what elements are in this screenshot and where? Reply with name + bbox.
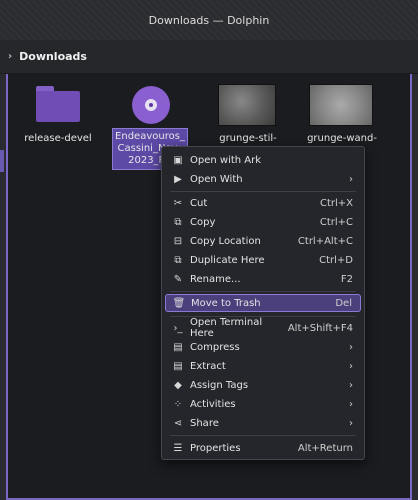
terminal-icon: ›_: [173, 322, 183, 334]
menu-item-rename[interactable]: ✎ Rename... F2: [165, 270, 361, 288]
open-with-icon: ▶: [174, 173, 182, 185]
breadcrumb-current[interactable]: Downloads: [19, 50, 87, 63]
menu-item-shortcut: Ctrl+Alt+C: [297, 235, 353, 247]
menu-item-label: Compress: [190, 341, 240, 353]
menu-item-open-with[interactable]: ▶ Open With ›: [165, 170, 361, 188]
image-thumbnail[interactable]: [218, 84, 276, 126]
window-title: Downloads — Dolphin: [148, 13, 270, 27]
menu-item-properties[interactable]: ☰ Properties Alt+Return: [165, 439, 361, 457]
menu-item-shortcut: Ctrl+X: [319, 197, 353, 209]
menu-item-copy[interactable]: ⧉ Copy Ctrl+C: [165, 213, 361, 231]
copy-icon: ⧉: [174, 216, 182, 228]
menu-item-shortcut: Ctrl+D: [319, 254, 353, 266]
menu-item-assign-tags[interactable]: ◆ Assign Tags ›: [165, 376, 361, 394]
menu-item-open-terminal-here[interactable]: ›_ Open Terminal Here Alt+Shift+F4: [165, 317, 361, 339]
menu-item-duplicate-here[interactable]: ⧉ Duplicate Here Ctrl+D: [165, 251, 361, 269]
chevron-right-icon: ›: [349, 360, 353, 372]
file-name-grunge-wand[interactable]: grunge-wand-: [302, 133, 382, 144]
menu-item-open-with-ark[interactable]: ▣ Open with Ark: [165, 151, 361, 169]
compress-icon: ▤: [173, 341, 183, 353]
tag-icon: ◆: [174, 379, 182, 391]
chevron-right-icon: ›: [349, 398, 353, 410]
folder-icon[interactable]: [36, 86, 80, 122]
places-selection-marker: [0, 150, 4, 172]
ark-icon: ▣: [173, 154, 183, 166]
menu-item-compress[interactable]: ▤ Compress ›: [165, 338, 361, 356]
disc-image-icon[interactable]: [132, 86, 170, 124]
file-name-release-devel[interactable]: release-devel: [18, 133, 98, 144]
menu-item-label: Properties: [190, 442, 241, 454]
menu-item-move-to-trash[interactable]: 🗑 Move to Trash Del: [165, 294, 361, 312]
breadcrumb: › Downloads: [0, 40, 418, 74]
menu-item-label: Cut: [190, 197, 208, 209]
menu-divider: [170, 435, 356, 436]
menu-item-share[interactable]: ⋖ Share ›: [165, 414, 361, 432]
menu-item-shortcut: Del: [335, 297, 352, 309]
menu-divider: [170, 191, 356, 192]
context-menu: ▣ Open with Ark ▶ Open With › ✂ Cut Ctrl…: [161, 146, 365, 460]
menu-item-label: Assign Tags: [190, 379, 249, 391]
properties-icon: ☰: [173, 442, 183, 454]
menu-item-label: Open with Ark: [190, 154, 262, 166]
menu-item-label: Move to Trash: [191, 297, 261, 309]
chevron-right-icon: ›: [349, 417, 353, 429]
menu-item-activities[interactable]: ⁘ Activities ›: [165, 395, 361, 413]
menu-item-copy-location[interactable]: ⊟ Copy Location Ctrl+Alt+C: [165, 232, 361, 250]
menu-item-label: Share: [190, 417, 219, 429]
menu-item-shortcut: Alt+Shift+F4: [287, 322, 353, 334]
menu-item-shortcut: F2: [340, 273, 353, 285]
chevron-right-icon: ›: [349, 379, 353, 391]
copy-location-icon: ⊟: [173, 235, 183, 247]
menu-item-label: Rename...: [190, 273, 241, 285]
menu-item-extract[interactable]: ▤ Extract ›: [165, 357, 361, 375]
menu-divider: [170, 291, 356, 292]
menu-item-label: Extract: [190, 360, 226, 372]
chevron-right-icon: ›: [349, 173, 353, 185]
menu-item-label: Open Terminal Here: [190, 317, 263, 339]
dolphin-window: Downloads — Dolphin › Downloads release-…: [0, 0, 418, 500]
breadcrumb-chevron-icon[interactable]: ›: [8, 51, 12, 62]
image-thumbnail[interactable]: [309, 84, 373, 126]
menu-item-label: Duplicate Here: [190, 254, 265, 266]
chevron-right-icon: ›: [349, 341, 353, 353]
extract-icon: ▤: [173, 360, 183, 372]
menu-item-label: Copy: [190, 216, 216, 228]
cut-icon: ✂: [173, 197, 183, 209]
duplicate-icon: ⧉: [174, 254, 182, 266]
file-name-grunge-stil[interactable]: grunge-stil-: [210, 133, 286, 144]
menu-item-shortcut: Alt+Return: [297, 442, 353, 454]
menu-item-shortcut: Ctrl+C: [319, 216, 353, 228]
menu-item-label: Copy Location: [190, 235, 261, 247]
title-bar[interactable]: Downloads — Dolphin: [0, 0, 418, 40]
menu-item-label: Open With: [190, 173, 243, 185]
right-panel-edge: [412, 74, 418, 500]
menu-item-label: Activities: [190, 398, 236, 410]
menu-item-cut[interactable]: ✂ Cut Ctrl+X: [165, 194, 361, 212]
share-icon: ⋖: [173, 417, 183, 429]
trash-icon: 🗑: [172, 297, 186, 309]
rename-icon: ✎: [173, 273, 183, 285]
activities-icon: ⁘: [173, 398, 183, 410]
